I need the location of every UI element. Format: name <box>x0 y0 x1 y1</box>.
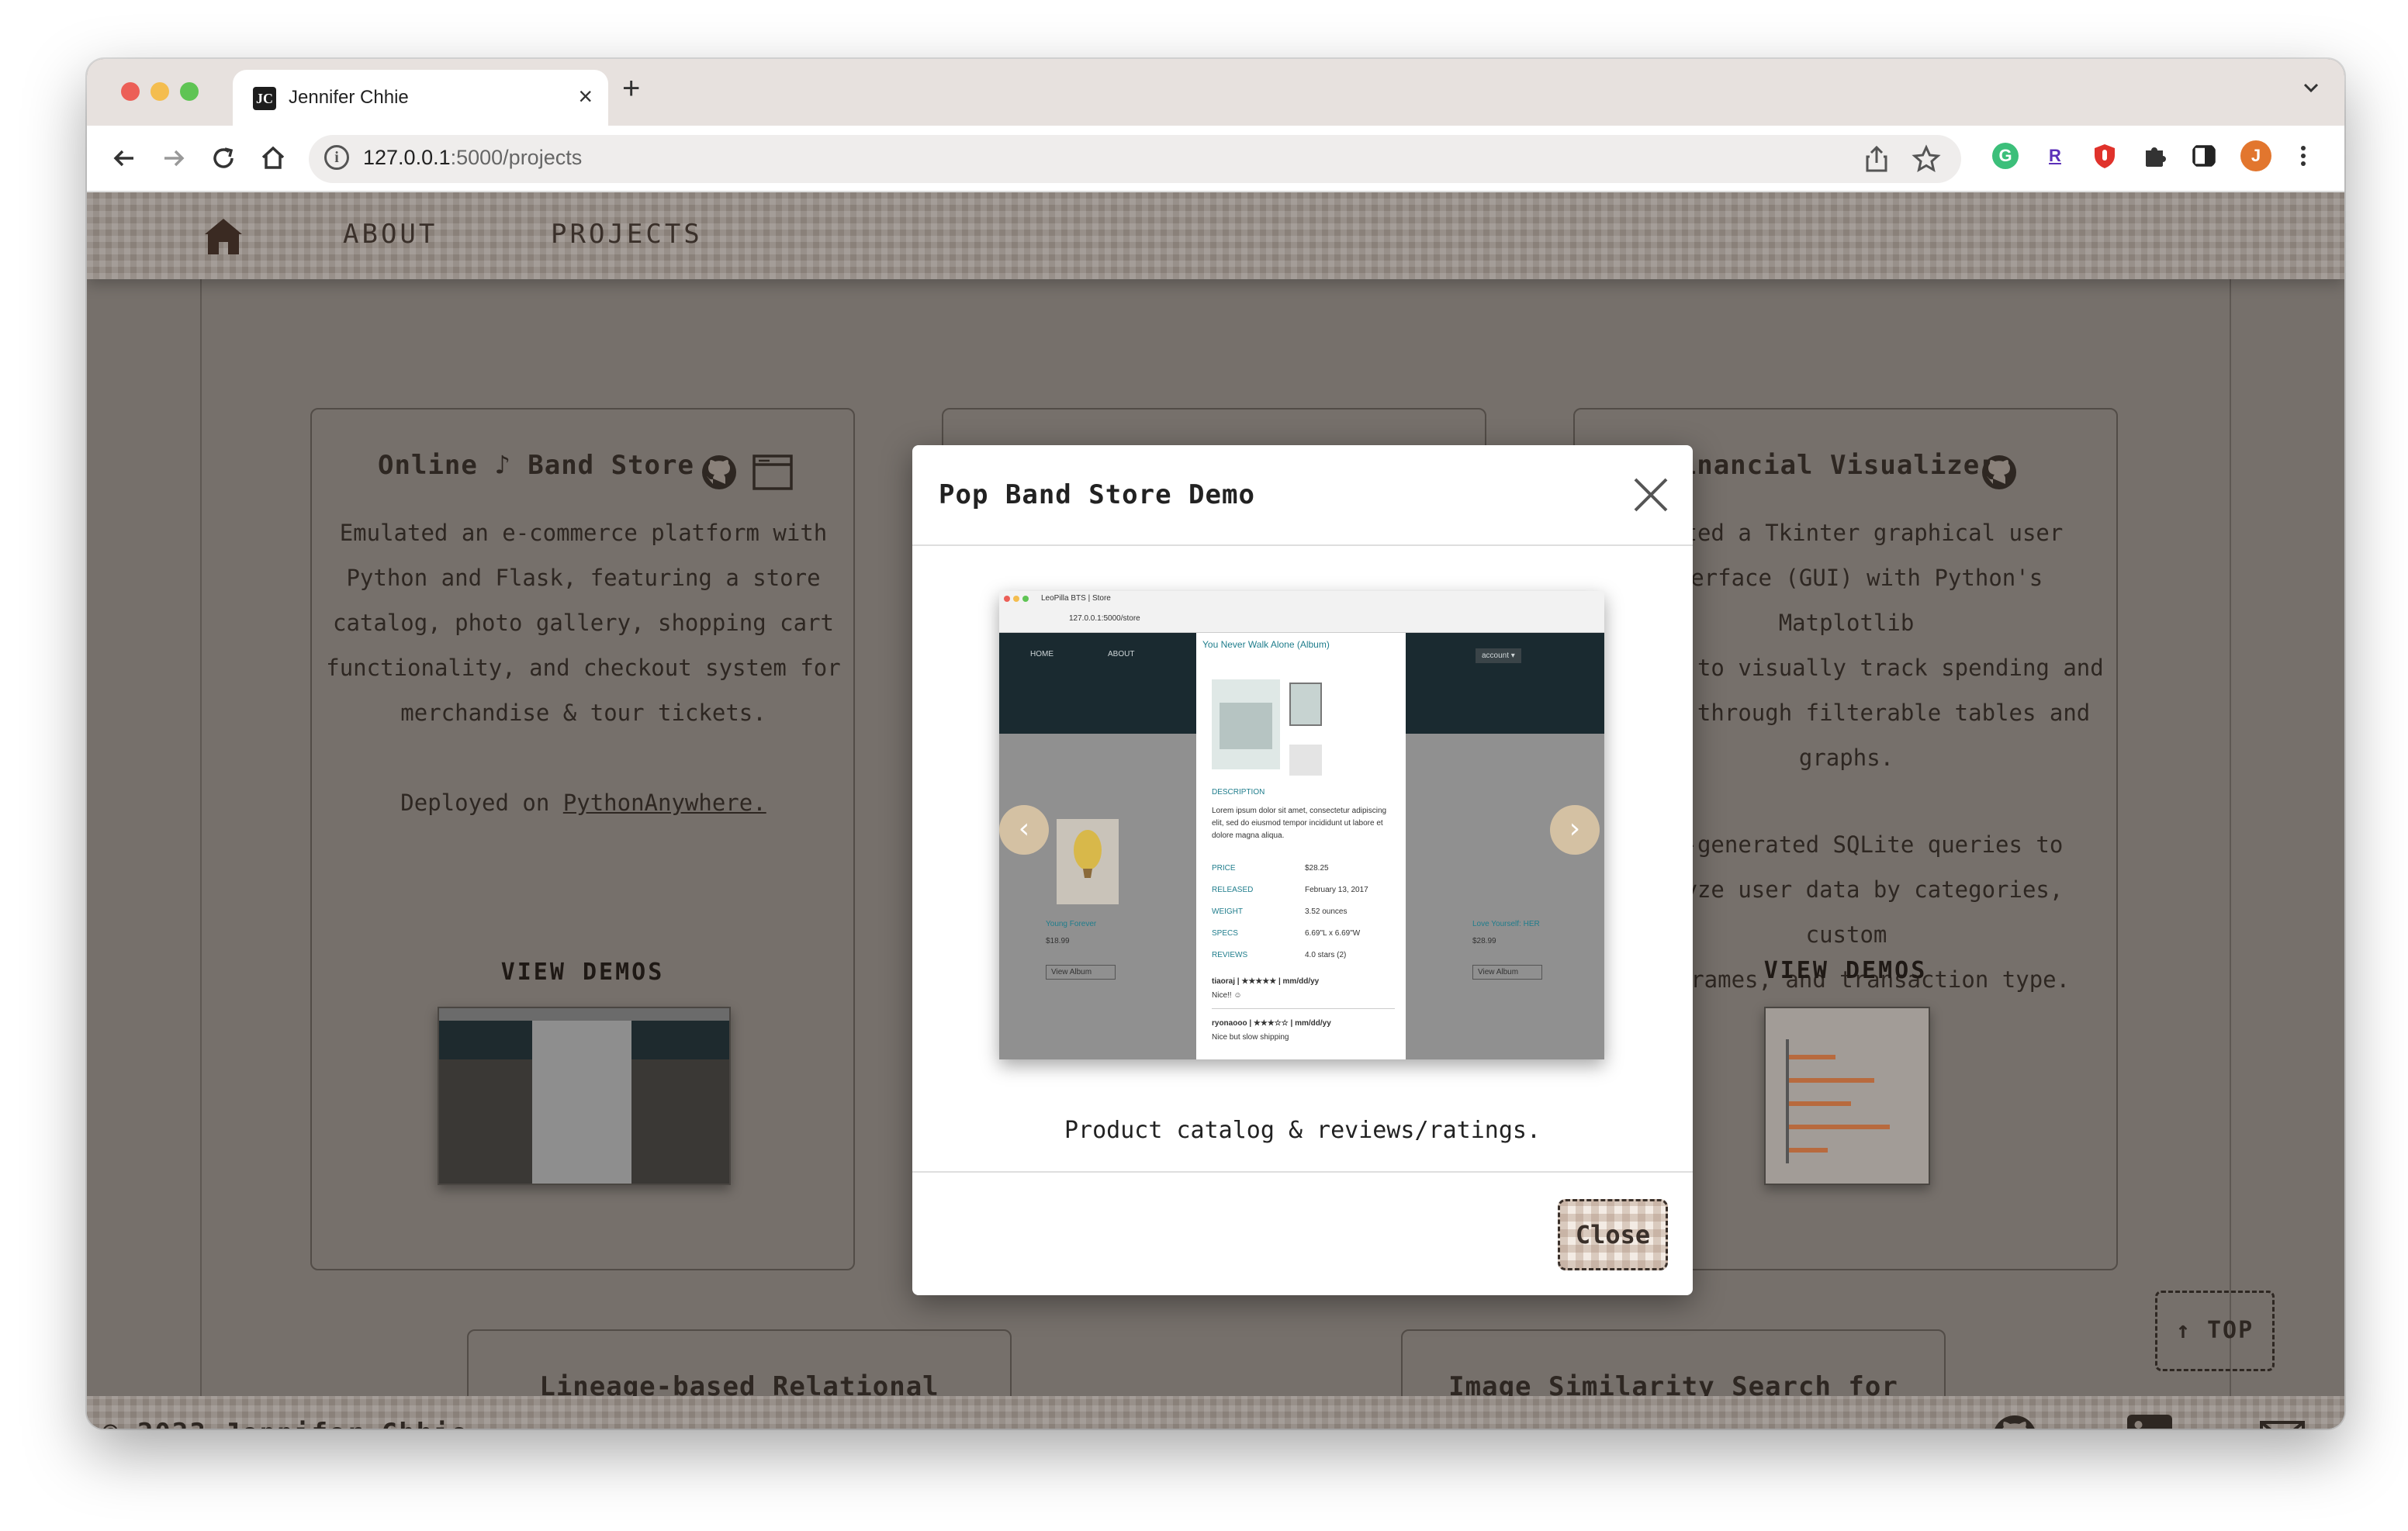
project-card-band-store: Online ♪ Band Store Emulated an e-commer… <box>310 408 855 1270</box>
browser-window-icon[interactable] <box>752 454 793 490</box>
demo-nav-home: HOME <box>1030 650 1054 658</box>
modal-title: Pop Band Store Demo <box>939 479 1255 510</box>
demo-review-user: ryonaooo | ★★★☆☆ | mm/dd/yy <box>1212 1019 1331 1028</box>
demo-thumbnail[interactable] <box>438 1007 731 1185</box>
demo-row-label: PRICE <box>1212 864 1236 873</box>
demo-desc-text: Lorem ipsum dolor sit amet, consectetur … <box>1212 807 1387 840</box>
close-button[interactable]: Close <box>1558 1199 1668 1270</box>
github-icon[interactable] <box>700 453 739 492</box>
browser-menu-icon[interactable] <box>2290 143 2316 169</box>
demo-product-panel: You Never Walk Alone (Album) DESCRIPTION… <box>1196 633 1406 1059</box>
browser-window: JC Jennifer Chhie × + i 127.0.0.1:5000/p… <box>87 59 2344 1429</box>
demo-right-product-price: $28.99 <box>1472 937 1496 945</box>
demo-right-product-name: Love Yourself: HER <box>1472 920 1540 928</box>
demo-left-product-name: Young Forever <box>1046 920 1097 928</box>
browser-toolbar: i 127.0.0.1:5000/projects G R J <box>87 126 2344 192</box>
home-icon[interactable] <box>258 143 289 174</box>
demo-view-album: View Album <box>1046 965 1116 980</box>
demo-nav-about: ABOUT <box>1108 650 1135 658</box>
demo-review-text: Nice!! ☺ <box>1212 991 1242 1000</box>
new-tab-button[interactable]: + <box>622 71 640 106</box>
extensions-puzzle-icon[interactable] <box>2141 143 2168 169</box>
demo-desc-label: DESCRIPTION <box>1212 788 1265 797</box>
demo-left-product-image <box>1057 819 1119 904</box>
demo-review-user: tiaoraj | ★★★★★ | mm/dd/yy <box>1212 977 1320 986</box>
chevron-down-icon[interactable] <box>2301 78 2321 98</box>
demo-panel-title: You Never Walk Alone (Album) <box>1202 639 1330 650</box>
extension-r-icon[interactable]: R <box>2042 143 2068 169</box>
nav-link-projects[interactable]: PROJECTS <box>551 219 703 250</box>
copyright-text: © 2023 Jennifer Chhie <box>102 1418 469 1429</box>
demo-thumbnail[interactable] <box>1764 1007 1930 1185</box>
nav-link-about[interactable]: ABOUT <box>343 219 438 250</box>
demo-row-value: 4.0 stars (2) <box>1305 951 1347 959</box>
pythonanywhere-link[interactable]: PythonAnywhere. <box>563 790 766 816</box>
demo-album-thumb-2 <box>1289 745 1322 776</box>
house-icon[interactable] <box>202 214 245 257</box>
tab-close-icon[interactable]: × <box>578 82 593 111</box>
demo-row-value: February 13, 2017 <box>1305 886 1368 894</box>
close-window-button[interactable] <box>121 82 140 101</box>
demo-row-value: 3.52 ounces <box>1305 907 1348 916</box>
demo-row-value: $28.25 <box>1305 864 1329 873</box>
tab-strip: JC Jennifer Chhie × + <box>87 59 2344 126</box>
demo-row-label: REVIEWS <box>1212 951 1248 959</box>
demo-view-album: View Album <box>1472 965 1543 980</box>
grammarly-icon[interactable]: G <box>1992 143 2019 169</box>
modal-header: Pop Band Store Demo <box>912 445 1693 546</box>
demo-review-text: Nice but slow shipping <box>1212 1033 1289 1042</box>
side-panel-icon[interactable] <box>2191 143 2217 169</box>
shield-extension-icon[interactable] <box>2091 143 2118 169</box>
demo-screenshot: LeoPilla BTS | Store 127.0.0.1:5000/stor… <box>999 591 1604 1059</box>
demo-row-label: WEIGHT <box>1212 907 1243 916</box>
address-bar[interactable]: i 127.0.0.1:5000/projects <box>309 135 1961 183</box>
site-navbar: ABOUT PROJECTS <box>87 192 2344 279</box>
demo-row-value: 6.69"L x 6.69"W <box>1305 929 1361 938</box>
github-icon[interactable] <box>1991 1413 2039 1429</box>
demo-tab-title: LeoPilla BTS | Store <box>1041 594 1111 603</box>
browser-tab[interactable]: JC Jennifer Chhie × <box>233 70 608 126</box>
minimize-window-button[interactable] <box>150 82 169 101</box>
demo-row-label: RELEASED <box>1212 886 1254 894</box>
reload-icon[interactable] <box>208 143 239 174</box>
url-text: 127.0.0.1:5000/projects <box>363 146 583 169</box>
demo-album-image <box>1212 679 1280 769</box>
demo-url: 127.0.0.1:5000/store <box>1069 614 1140 623</box>
email-icon[interactable]: @ <box>2259 1413 2307 1429</box>
github-icon[interactable] <box>1980 453 2019 492</box>
modal-caption: Product catalog & reviews/ratings. <box>1064 1117 1541 1144</box>
demo-left-product-price: $18.99 <box>1046 937 1070 945</box>
demo-album-thumb <box>1289 683 1322 726</box>
demo-modal: Pop Band Store Demo LeoPilla BTS | Store… <box>912 445 1693 1295</box>
page-viewport: ABOUT PROJECTS Online ♪ Band Store Emula… <box>87 192 2344 1429</box>
site-footer: © 2023 Jennifer Chhie @ <box>87 1396 2344 1429</box>
tab-title: Jennifer Chhie <box>289 87 409 108</box>
back-icon[interactable] <box>109 143 140 174</box>
close-icon[interactable] <box>1628 472 1674 518</box>
bookmark-star-icon[interactable] <box>1912 144 1941 174</box>
linkedin-icon[interactable] <box>2126 1413 2174 1429</box>
back-to-top-button[interactable]: ↑ TOP <box>2155 1291 2275 1371</box>
demo-browser-chrome: LeoPilla BTS | Store 127.0.0.1:5000/stor… <box>999 591 1604 633</box>
arrow-right-icon: › <box>1550 805 1600 855</box>
maximize-window-button[interactable] <box>180 82 199 101</box>
card-description: Emulated an e-commerce platform with Pyt… <box>326 520 841 816</box>
demo-row-label: SPECS <box>1212 929 1238 938</box>
share-icon[interactable] <box>1863 144 1890 174</box>
arrow-left-icon: ‹ <box>999 805 1049 855</box>
tab-favicon-icon: JC <box>253 87 276 110</box>
demo-account-dropdown: account ▾ <box>1476 648 1521 663</box>
modal-footer: Close <box>912 1171 1693 1295</box>
profile-avatar[interactable]: J <box>2240 140 2271 171</box>
site-info-icon[interactable]: i <box>324 145 349 170</box>
forward-icon[interactable] <box>158 143 189 174</box>
view-demos-heading: VIEW DEMOS <box>500 959 665 986</box>
